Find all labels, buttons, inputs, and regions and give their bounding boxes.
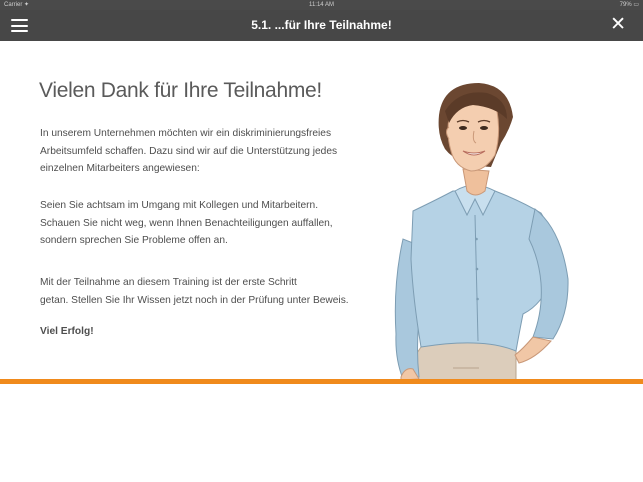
paragraph-line: einzelnen Mitarbeiters angewiesen: xyxy=(40,163,200,174)
paragraph-intro: In unserem Unternehmen möchten wir ein d… xyxy=(40,125,370,178)
status-bar: Carrier ✦ 11:14 AM 79% ▭ xyxy=(0,0,643,10)
paragraph-line: In unserem Unternehmen möchten wir ein d… xyxy=(40,128,332,139)
nav-bar: 5.1. ...für Ihre Teilnahme! ✕ xyxy=(0,10,643,41)
paragraph-line: sondern sprechen Sie Probleme offen an. xyxy=(40,235,228,246)
content-heading: Vielen Dank für Ihre Teilnahme! xyxy=(39,79,322,102)
blank-area xyxy=(0,384,643,482)
woman-illustration xyxy=(394,83,569,380)
paragraph-line: Mit der Teilnahme an diesem Training ist… xyxy=(40,277,297,288)
paragraph-line: getan. Stellen Sie Ihr Wissen jetzt noch… xyxy=(40,294,349,306)
battery-indicator: 79% ▭ xyxy=(619,2,639,8)
paragraph-line: Seien Sie achtsam im Umgang mit Kollegen… xyxy=(40,200,319,211)
page-title: 5.1. ...für Ihre Teilnahme! xyxy=(251,18,392,32)
close-icon[interactable]: ✕ xyxy=(610,15,626,35)
closing-text: Viel Erfolg! xyxy=(40,326,94,337)
paragraph-guidance: Seien Sie achtsam im Umgang mit Kollegen… xyxy=(40,197,370,250)
paragraph-next-step: Mit der Teilnahme an diesem Training ist… xyxy=(40,274,370,309)
paragraph-line: Arbeitsumfeld schaffen. Dazu sind wir au… xyxy=(40,145,338,157)
paragraph-line: Schauen Sie nicht weg, wenn Ihnen Benach… xyxy=(40,217,333,229)
clock: 11:14 AM xyxy=(309,2,334,8)
main-content: Vielen Dank für Ihre Teilnahme! In unser… xyxy=(0,41,643,380)
